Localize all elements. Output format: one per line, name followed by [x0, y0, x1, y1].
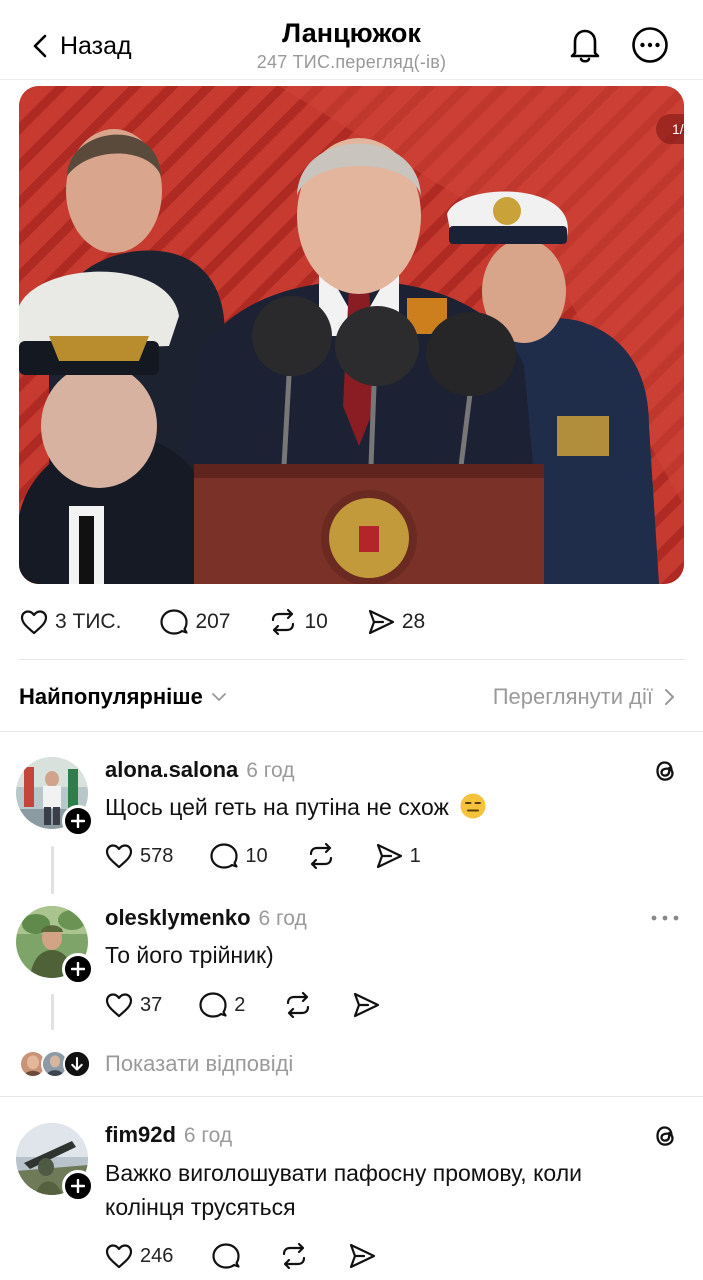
show-replies-button[interactable]: Показати відповіді: [19, 1047, 293, 1081]
comment-username[interactable]: olesklymenko: [105, 905, 251, 931]
comment-actions: 578 10 1: [104, 838, 421, 874]
comment-like-count: 246: [140, 1244, 174, 1267]
more-options-icon[interactable]: [631, 26, 669, 64]
comment-time: 6 год: [258, 907, 307, 930]
comment-actions: 37 2: [104, 987, 381, 1023]
comment-text-content: Щось цей геть на путіна не схож: [105, 794, 449, 820]
comment-text: То його трійник): [105, 942, 274, 968]
threads-icon[interactable]: [650, 756, 680, 786]
view-activity-link[interactable]: Переглянути дії: [493, 680, 675, 714]
more-options-icon[interactable]: [649, 912, 681, 924]
send-icon: [354, 992, 380, 1018]
comment-time: 6 год: [246, 759, 295, 782]
comment-text: Щось цей геть на путіна не схож: [105, 790, 487, 824]
heart-icon: [105, 993, 133, 1018]
mini-avatar: [63, 1050, 91, 1078]
divider: [0, 731, 703, 732]
comment-icon: [212, 1243, 240, 1269]
comment-button[interactable]: 207: [159, 602, 230, 642]
send-icon: [376, 843, 402, 869]
comment-username[interactable]: fim92d: [105, 1122, 176, 1148]
send-icon: [368, 609, 394, 635]
post-actions: 3 ТИС. 207 10 28: [19, 602, 425, 642]
expressionless-face-icon: [460, 793, 486, 819]
arrow-down-icon: [65, 1052, 89, 1076]
comment-like-count: 37: [140, 993, 163, 1016]
share-button[interactable]: 28: [366, 602, 425, 642]
threads-icon[interactable]: [650, 1121, 680, 1151]
show-replies-label: Показати відповіді: [105, 1051, 294, 1076]
post-image[interactable]: 1/: [19, 86, 684, 584]
thread-line: [51, 846, 54, 894]
comment-time: 6 год: [183, 1124, 233, 1147]
share-count: 28: [401, 610, 426, 633]
comment-like-button[interactable]: 578: [104, 841, 173, 871]
comment-actions: 246: [104, 1238, 377, 1274]
comment-text-line: колінця трусяться: [105, 1194, 296, 1220]
repost-button[interactable]: 10: [268, 602, 328, 642]
sort-dropdown[interactable]: Найпопулярніше: [19, 680, 227, 714]
comment-share-button[interactable]: [347, 1241, 377, 1271]
repost-icon: [287, 991, 310, 1019]
comment-like-button[interactable]: 37: [104, 990, 162, 1020]
comment-reply-button[interactable]: [211, 1241, 241, 1271]
plus-icon: [71, 814, 85, 828]
divider: [0, 1096, 703, 1097]
chevron-down-icon: [211, 693, 226, 701]
follow-button[interactable]: [62, 1170, 94, 1202]
bell-icon[interactable]: [566, 25, 604, 65]
top-bar: Назад Ланцюжок 247 ТИС.перегляд(-ів): [0, 0, 703, 80]
comment-reply-count: 10: [245, 844, 268, 867]
comment-text-line: Важко виголошувати пафосну промову, коли: [105, 1160, 582, 1186]
reply-avatars: [19, 1050, 91, 1078]
comment-share-button[interactable]: 1: [374, 841, 421, 871]
comment-reply-button[interactable]: 10: [209, 841, 268, 871]
thread-line: [51, 994, 54, 1030]
sort-label: Найпопулярніше: [19, 684, 203, 709]
like-button[interactable]: 3 ТИС.: [19, 602, 121, 642]
comment-header: olesklymenko 6 год: [105, 905, 307, 931]
comment-icon: [160, 609, 189, 635]
repost-icon: [272, 608, 295, 636]
heart-icon: [105, 1244, 133, 1269]
image-counter: 1/: [656, 114, 684, 144]
heart-icon: [105, 844, 133, 869]
comment-count: 207: [195, 610, 231, 633]
comment-repost-button[interactable]: [306, 841, 336, 871]
comment-like-count: 578: [140, 844, 174, 867]
repost-icon: [309, 842, 332, 870]
comment-reply-button[interactable]: 2: [198, 990, 245, 1020]
comment-reply-count: 2: [234, 993, 246, 1016]
comment-username[interactable]: alona.salona: [105, 757, 238, 783]
plus-icon: [71, 1179, 85, 1193]
comment-text: Важко виголошувати пафосну промову, коли…: [105, 1156, 582, 1224]
like-count: 3 ТИС.: [55, 610, 122, 633]
comment-icon: [210, 843, 238, 869]
comment-repost-button[interactable]: [279, 1241, 309, 1271]
send-icon: [350, 1243, 376, 1269]
divider: [19, 659, 685, 660]
comment-share-button[interactable]: [351, 990, 381, 1020]
repost-count: 10: [304, 610, 328, 633]
comment-header: alona.salona 6 год: [105, 757, 294, 783]
repost-icon: [283, 1242, 306, 1270]
comment-share-count: 1: [409, 844, 421, 867]
follow-button[interactable]: [62, 953, 94, 985]
comment-header: fim92d 6 год: [105, 1122, 232, 1148]
chevron-right-icon: [665, 689, 674, 705]
view-activity-label: Переглянути дії: [492, 684, 653, 709]
follow-button[interactable]: [62, 805, 94, 837]
comment-repost-button[interactable]: [283, 990, 313, 1020]
comment-like-button[interactable]: 246: [104, 1241, 173, 1271]
heart-icon: [20, 610, 48, 635]
plus-icon: [71, 962, 85, 976]
comment-icon: [199, 992, 227, 1018]
